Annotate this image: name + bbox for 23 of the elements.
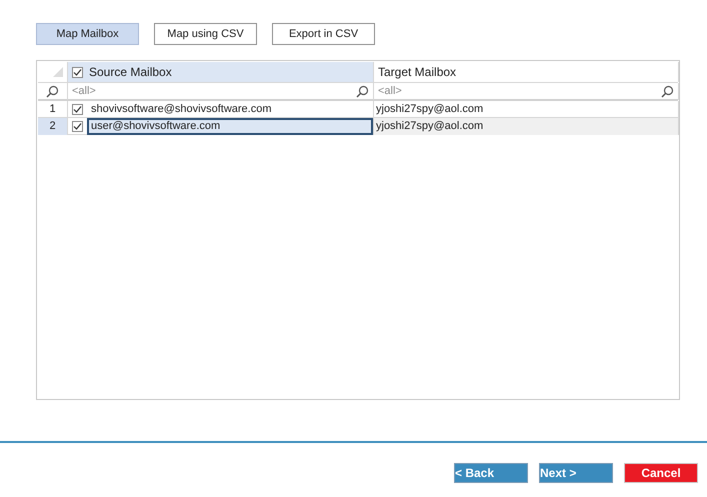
nav-button[interactable]: Next > (539, 463, 613, 483)
column-label: Target Mailbox (378, 64, 456, 81)
table-cell: yjoshi27spy@aol.com (374, 118, 679, 135)
toolbar-button[interactable]: Export in CSV (272, 23, 375, 45)
search-icon (46, 84, 59, 98)
nav-button[interactable]: < Back (454, 463, 528, 483)
column-label: Source Mailbox (89, 64, 172, 81)
table-cell-text: shovivsoftware@shovivsoftware.com (90, 102, 273, 117)
corner-icon (53, 67, 63, 77)
cancel-button[interactable]: Cancel (624, 463, 698, 483)
checkbox[interactable] (72, 121, 83, 132)
toolbar-button[interactable]: Map using CSV (154, 23, 257, 45)
search-icon (356, 84, 369, 98)
toolbar-button[interactable]: Map Mailbox (36, 23, 139, 45)
checkbox[interactable] (72, 66, 83, 78)
row-number: 2 (38, 118, 68, 135)
search-icon (661, 84, 674, 98)
table-cell: user@shovivsoftware.com (87, 118, 373, 135)
filter-field[interactable]: <all> (68, 83, 374, 100)
column-header[interactable]: Target Mailbox (374, 62, 679, 82)
column-header[interactable]: Source Mailbox (68, 62, 374, 82)
checkbox[interactable] (72, 104, 83, 115)
filter-field[interactable]: <all> (374, 83, 679, 100)
